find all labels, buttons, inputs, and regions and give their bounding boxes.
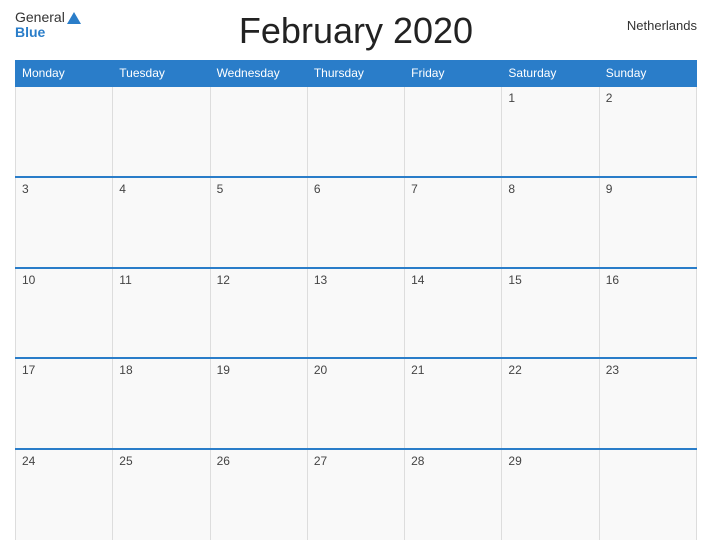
day-number: 20 — [314, 363, 327, 377]
calendar-day-cell: 6 — [307, 177, 404, 268]
calendar-day-cell: 8 — [502, 177, 599, 268]
calendar-week-row: 12 — [16, 86, 697, 177]
calendar-body: 1234567891011121314151617181920212223242… — [16, 86, 697, 540]
calendar-day-cell: 18 — [113, 358, 210, 449]
calendar-day-cell: 9 — [599, 177, 696, 268]
day-number: 10 — [22, 273, 35, 287]
calendar-day-cell: 28 — [405, 449, 502, 540]
calendar-day-cell: 3 — [16, 177, 113, 268]
day-number: 7 — [411, 182, 418, 196]
calendar-header-row: Monday Tuesday Wednesday Thursday Friday… — [16, 61, 697, 87]
calendar-day-cell: 19 — [210, 358, 307, 449]
calendar-week-row: 17 18 19 20 21 22 23 — [16, 358, 697, 449]
calendar-day-cell: 29 — [502, 449, 599, 540]
calendar-day-cell: 4 — [113, 177, 210, 268]
calendar-wrapper: General Blue February 2020 Netherlands M… — [0, 0, 712, 550]
weekday-header-row: Monday Tuesday Wednesday Thursday Friday… — [16, 61, 697, 87]
day-number: 12 — [217, 273, 230, 287]
day-number: 1 — [508, 91, 515, 105]
calendar-day-cell: 23 — [599, 358, 696, 449]
day-number: 25 — [119, 454, 132, 468]
calendar-day-cell: 11 — [113, 268, 210, 359]
day-number: 15 — [508, 273, 521, 287]
day-number: 11 — [119, 273, 131, 287]
day-number: 16 — [606, 273, 619, 287]
day-number: 22 — [508, 363, 521, 377]
day-number: 18 — [119, 363, 132, 377]
day-number: 28 — [411, 454, 424, 468]
header-monday: Monday — [16, 61, 113, 87]
header-wednesday: Wednesday — [210, 61, 307, 87]
logo-triangle-icon — [67, 12, 81, 24]
header-sunday: Sunday — [599, 61, 696, 87]
calendar-day-cell: 14 — [405, 268, 502, 359]
day-number: 17 — [22, 363, 35, 377]
calendar-day-cell — [307, 86, 404, 177]
calendar-day-cell: 15 — [502, 268, 599, 359]
calendar-day-cell: 22 — [502, 358, 599, 449]
calendar-day-cell: 21 — [405, 358, 502, 449]
header-thursday: Thursday — [307, 61, 404, 87]
calendar-day-cell: 26 — [210, 449, 307, 540]
calendar-day-cell: 2 — [599, 86, 696, 177]
logo: General Blue — [15, 10, 81, 41]
day-number: 27 — [314, 454, 327, 468]
day-number: 6 — [314, 182, 321, 196]
day-number: 21 — [411, 363, 424, 377]
day-number: 4 — [119, 182, 126, 196]
calendar-header: General Blue February 2020 Netherlands — [15, 10, 697, 52]
calendar-week-row: 10 11 12 13 14 15 16 — [16, 268, 697, 359]
header-saturday: Saturday — [502, 61, 599, 87]
calendar-day-cell: 20 — [307, 358, 404, 449]
calendar-day-cell: 1 — [502, 86, 599, 177]
calendar-day-cell — [210, 86, 307, 177]
calendar-day-cell: 12 — [210, 268, 307, 359]
day-number: 5 — [217, 182, 224, 196]
day-number: 9 — [606, 182, 613, 196]
calendar-week-row: 3 4 5 6 7 8 9 — [16, 177, 697, 268]
calendar-day-cell: 24 — [16, 449, 113, 540]
calendar-day-cell: 17 — [16, 358, 113, 449]
calendar-table: Monday Tuesday Wednesday Thursday Friday… — [15, 60, 697, 540]
calendar-day-cell: 16 — [599, 268, 696, 359]
day-number: 3 — [22, 182, 29, 196]
day-number: 29 — [508, 454, 521, 468]
header-friday: Friday — [405, 61, 502, 87]
day-number: 2 — [606, 91, 613, 105]
day-number: 23 — [606, 363, 619, 377]
day-number: 13 — [314, 273, 327, 287]
calendar-day-cell — [113, 86, 210, 177]
calendar-day-cell: 25 — [113, 449, 210, 540]
calendar-week-row: 24 25 26 27 28 29 — [16, 449, 697, 540]
calendar-day-cell: 27 — [307, 449, 404, 540]
day-number: 8 — [508, 182, 515, 196]
calendar-day-cell: 7 — [405, 177, 502, 268]
day-number: 19 — [217, 363, 230, 377]
day-number: 24 — [22, 454, 35, 468]
calendar-title: February 2020 — [239, 10, 473, 52]
logo-blue-text: Blue — [15, 25, 45, 40]
calendar-day-cell: 5 — [210, 177, 307, 268]
calendar-day-cell — [16, 86, 113, 177]
country-label: Netherlands — [627, 18, 697, 33]
calendar-day-cell: 13 — [307, 268, 404, 359]
logo-general-text: General — [15, 10, 81, 25]
day-number: 26 — [217, 454, 230, 468]
day-number: 14 — [411, 273, 424, 287]
calendar-day-cell — [599, 449, 696, 540]
header-tuesday: Tuesday — [113, 61, 210, 87]
calendar-day-cell: 10 — [16, 268, 113, 359]
calendar-day-cell — [405, 86, 502, 177]
